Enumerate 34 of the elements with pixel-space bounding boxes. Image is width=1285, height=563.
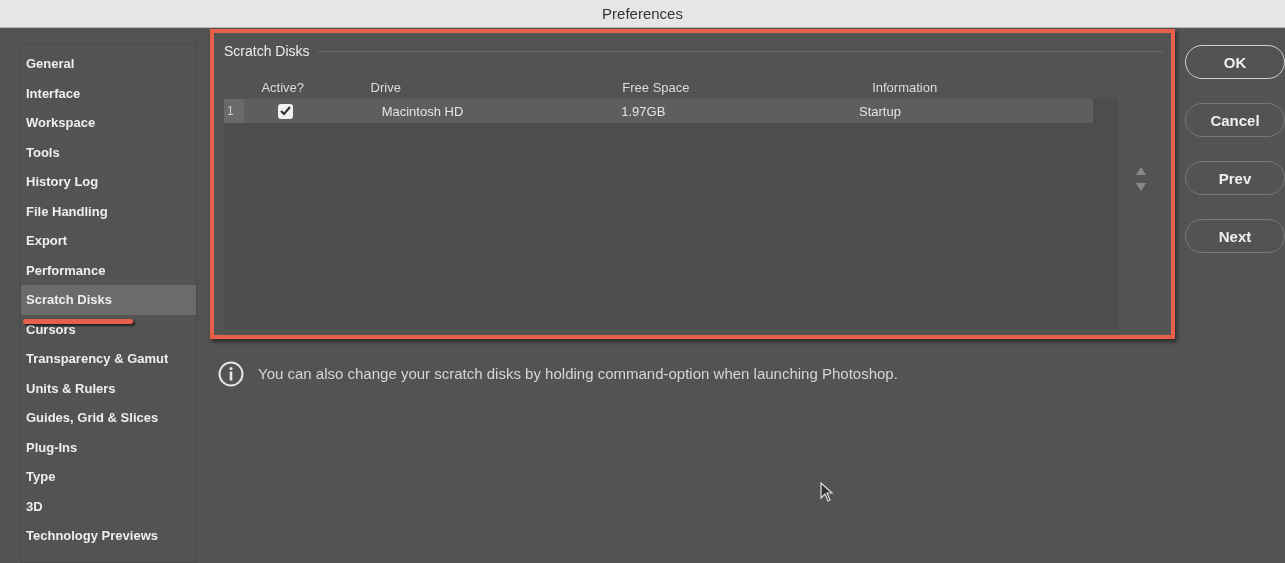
category-item[interactable]: Guides, Grid & Slices [21,403,196,433]
category-item[interactable]: Technology Previews [21,521,196,551]
move-down-icon[interactable] [1135,183,1146,191]
column-header: Active? [261,80,304,95]
group-title: Scratch Disks [224,43,310,59]
category-item[interactable]: Performance [21,255,196,285]
category-item[interactable]: Tools [21,137,196,167]
category-item[interactable]: Units & Rulers [21,373,196,403]
table-cell: Startup [859,103,901,119]
category-item[interactable]: Plug-Ins [21,432,196,462]
mouse-cursor-icon [820,482,834,502]
info-icon [218,361,244,387]
category-item[interactable]: General [21,49,196,79]
window-title: Preferences [602,5,683,22]
category-item[interactable]: File Handling [21,196,196,226]
category-item[interactable]: Interface [21,78,196,108]
active-checkbox[interactable] [277,103,293,119]
table-row[interactable]: 1 Macintosh HD 1.97GB Startup [224,99,1093,123]
category-item[interactable]: Export [21,226,196,256]
row-number: 1 [224,99,244,123]
category-item[interactable]: History Log [21,167,196,197]
category-item[interactable]: Workspace [21,108,196,138]
info-text: You can also change your scratch disks by holding command-option when launching Photoshop. [258,364,899,384]
column-header: Free Space [622,80,690,95]
category-item[interactable]: Cursors [21,314,196,344]
category-item[interactable]: Transparency & Gamut [21,344,196,374]
table-cell: Macintosh HD [381,103,464,119]
category-item[interactable]: 3D [21,491,196,521]
column-header: Drive [370,80,401,95]
category-item[interactable]: Scratch Disks [21,285,196,315]
move-up-icon[interactable] [1135,167,1146,175]
table-cell: 1.97GB [621,103,666,119]
category-item[interactable]: Type [21,462,196,492]
column-header: Information [872,80,938,95]
